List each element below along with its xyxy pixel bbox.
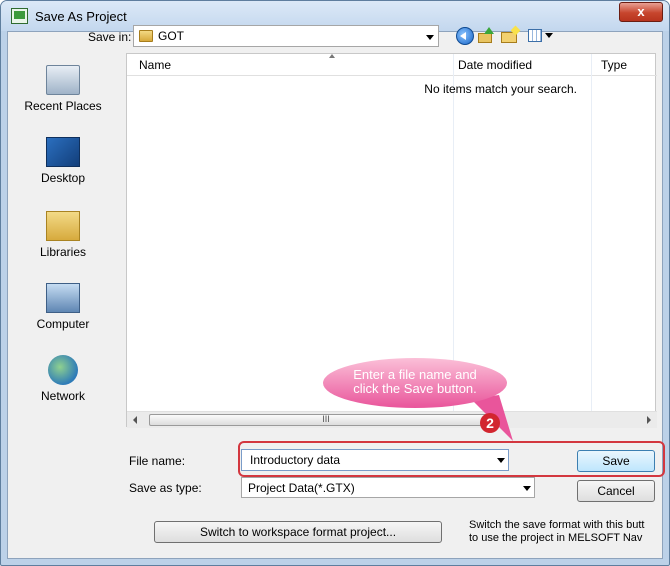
recent-places-icon — [46, 65, 80, 95]
app-icon — [11, 8, 28, 24]
chevron-down-icon — [426, 35, 434, 40]
sort-ascending-icon — [329, 54, 335, 58]
file-name-label: File name: — [129, 454, 186, 468]
annotation-callout: Enter a file name and click the Save but… — [323, 358, 507, 408]
place-network[interactable]: Network — [13, 355, 113, 403]
close-button[interactable]: x — [619, 2, 663, 22]
scroll-right-icon[interactable] — [647, 416, 651, 424]
save-in-label: Save in: — [88, 30, 132, 44]
annotation-highlight — [238, 441, 665, 477]
back-icon[interactable] — [456, 27, 474, 45]
new-folder-icon[interactable] — [501, 25, 521, 45]
column-divider — [591, 54, 592, 428]
save-as-dialog: Save As Project x Save in: GOT Recent Pl… — [0, 0, 670, 566]
scroll-left-icon[interactable] — [133, 416, 137, 424]
dialog-title: Save As Project — [35, 9, 127, 24]
folder-icon — [139, 30, 153, 42]
place-computer[interactable]: Computer — [13, 283, 113, 331]
switch-format-note: Switch the save format with this butt to… — [469, 519, 645, 544]
column-header-date-modified[interactable]: Date modified — [458, 58, 532, 72]
switch-format-button[interactable]: Switch to workspace format project... — [154, 521, 442, 543]
cancel-button[interactable]: Cancel — [577, 480, 655, 502]
column-headers: Name Date modified Type — [127, 54, 657, 76]
save-as-type-select[interactable]: Project Data(*.GTX) — [241, 477, 535, 498]
scrollbar-thumb[interactable]: III — [149, 414, 503, 426]
chevron-down-icon — [523, 486, 531, 491]
column-header-name[interactable]: Name — [139, 58, 171, 72]
save-as-type-value: Project Data(*.GTX) — [248, 481, 355, 495]
place-desktop[interactable]: Desktop — [13, 137, 113, 185]
column-header-type[interactable]: Type — [601, 58, 627, 72]
save-as-type-label: Save as type: — [129, 481, 202, 495]
place-libraries[interactable]: Libraries — [13, 211, 113, 259]
views-menu-icon[interactable] — [528, 27, 553, 45]
place-recent-places[interactable]: Recent Places — [13, 65, 113, 113]
step-number-badge: 2 — [480, 413, 500, 433]
up-folder-icon[interactable] — [478, 27, 496, 45]
horizontal-scrollbar[interactable]: III — [127, 411, 657, 428]
libraries-icon — [46, 211, 80, 241]
desktop-icon — [46, 137, 80, 167]
computer-icon — [46, 283, 80, 313]
empty-message: No items match your search. — [424, 82, 577, 96]
save-in-combo[interactable]: GOT — [133, 25, 439, 47]
save-in-value: GOT — [158, 29, 184, 43]
network-icon — [48, 355, 78, 385]
